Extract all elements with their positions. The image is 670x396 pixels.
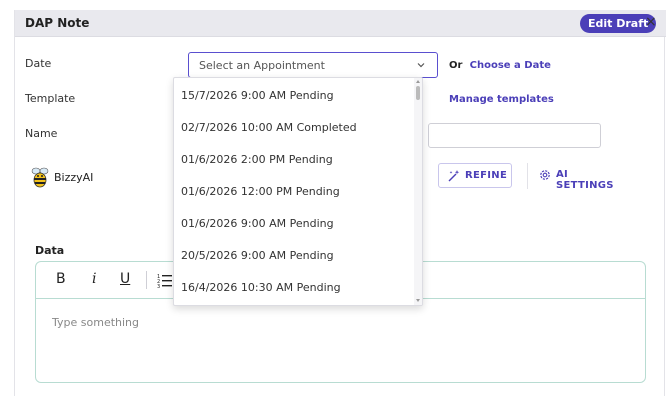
svg-text:3: 3 [157,284,160,288]
refine-label: REFINE [465,170,508,181]
ai-settings-label: AI SETTINGS [556,169,614,191]
appointment-dropdown: 15/7/2026 9:00 AM Pending 02/7/2026 10:0… [173,77,423,306]
dropdown-scrollbar[interactable] [414,78,422,305]
scroll-up-icon[interactable] [416,80,420,83]
data-section-label: Data [35,244,65,257]
appointment-option[interactable]: 01/6/2026 12:00 PM Pending [174,176,414,208]
refine-button[interactable]: REFINE [438,163,512,188]
choose-date-link[interactable]: Choose a Date [470,60,551,71]
underline-button[interactable]: U [120,271,130,287]
close-icon[interactable]: × [645,13,657,32]
appointment-select-placeholder: Select an Appointment [199,59,325,72]
numbered-list-icon[interactable]: 1 2 3 [157,272,173,288]
editor-placeholder: Type something [52,316,140,329]
appointment-option[interactable]: 01/6/2026 2:00 PM Pending [174,144,414,176]
appointment-option[interactable]: 16/4/2026 10:30 AM Pending [174,272,414,304]
italic-button[interactable]: i [92,271,96,287]
appointment-option[interactable]: 15/7/2026 9:00 AM Pending [174,80,414,112]
bold-button[interactable]: B [56,271,66,287]
name-input[interactable] [428,123,601,148]
manage-templates-link[interactable]: Manage templates [449,94,554,105]
date-label: Date [25,57,52,70]
or-text: Or [449,60,463,71]
appointment-option[interactable]: 20/5/2026 9:00 AM Pending [174,240,414,272]
choose-date-group: Or Choose a Date [449,60,551,71]
scroll-down-icon[interactable] [416,299,420,302]
appointment-select[interactable]: Select an Appointment [188,52,438,78]
assistant-name: BizzyAI [54,171,94,184]
modal-header: DAP Note Edit Draft × [15,10,666,37]
modal-title: DAP Note [25,16,90,30]
gear-icon [540,170,550,180]
name-label: Name [25,127,58,140]
chevron-down-icon [417,63,425,68]
toolbar-divider [527,163,528,189]
scrollbar-thumb[interactable] [416,86,420,100]
ai-settings-button[interactable]: AI SETTINGS [538,163,628,191]
template-label: Template [25,92,76,105]
bee-icon [31,167,49,188]
toolbar-separator [146,271,147,289]
appointment-option[interactable]: 01/6/2026 9:00 AM Pending [174,208,414,240]
magic-wand-icon [448,170,460,182]
appointment-option[interactable]: 02/7/2026 10:00 AM Completed [174,112,414,144]
